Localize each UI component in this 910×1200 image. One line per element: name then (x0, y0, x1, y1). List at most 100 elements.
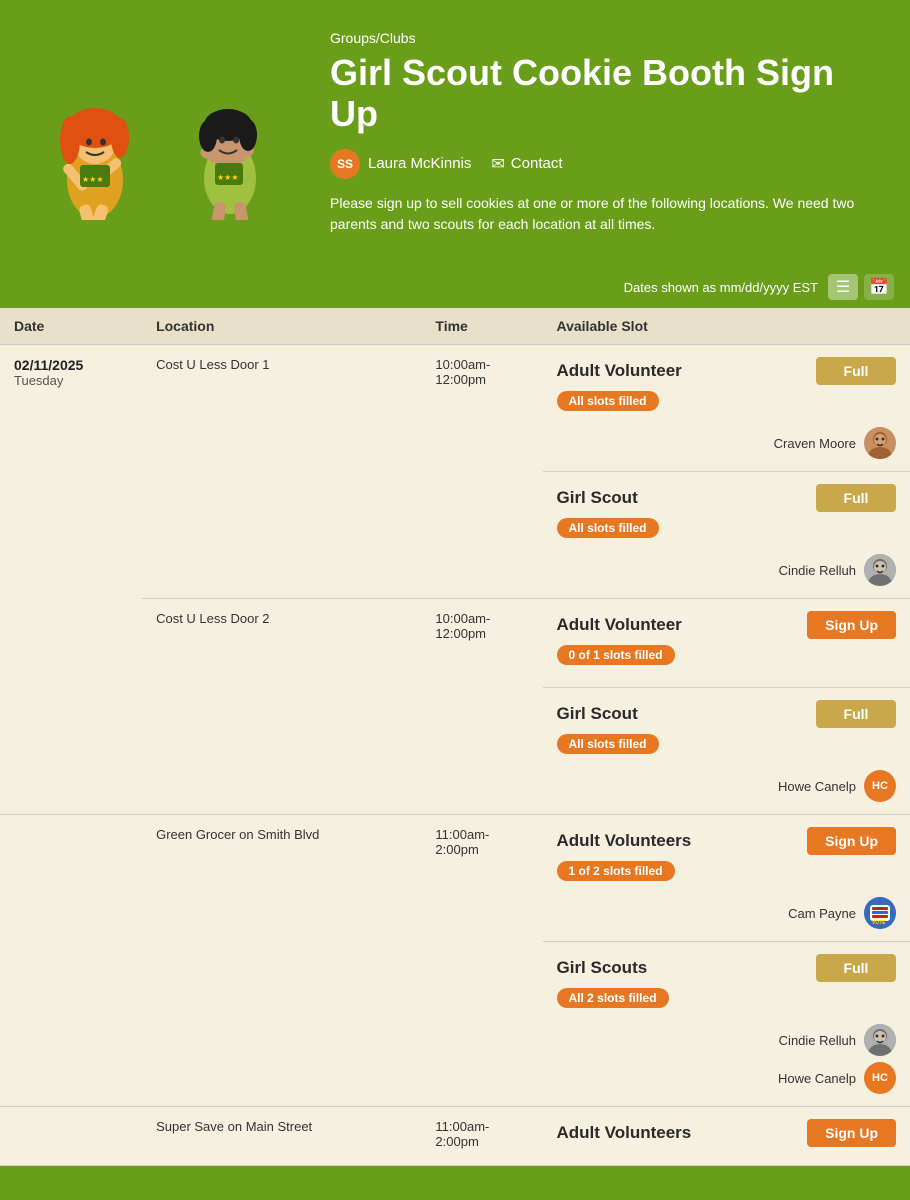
sign-up-table: Date Location Time Available Slot 02/11/… (0, 308, 910, 1166)
signup-button[interactable]: Sign Up (807, 1119, 896, 1147)
signups-list: Cindie Relluh (557, 554, 897, 586)
slots-badge: All slots filled (557, 391, 659, 411)
col-time: Time (421, 308, 542, 345)
time-cell: 11:00am-2:00pm (421, 1107, 542, 1166)
table-row: 02/11/2025 Tuesday Cost U Less Door 1 10… (0, 345, 910, 472)
signups-list: Cam Payne VOTE (557, 897, 897, 929)
signup-person: Howe Canelp HC (557, 1062, 897, 1094)
signups-list: Craven Moore (557, 427, 897, 459)
col-location: Location (142, 308, 421, 345)
col-date: Date (0, 308, 142, 345)
contact-link[interactable]: ✉ Contact (491, 154, 562, 174)
date-cell (0, 1107, 142, 1166)
table-row: Super Save on Main Street 11:00am-2:00pm… (0, 1107, 910, 1166)
svg-text:★★★: ★★★ (217, 173, 239, 182)
avatar (864, 427, 896, 459)
location-cell: Cost U Less Door 1 (142, 345, 421, 599)
sign-up-table-container: Date Location Time Available Slot 02/11/… (0, 308, 910, 1166)
slot-row: Adult Volunteers Sign Up (543, 1107, 910, 1165)
breadcrumb: Groups/Clubs (330, 30, 880, 46)
avatar: VOTE (864, 897, 896, 929)
organizer-row: SS Laura McKinnis ✉ Contact (330, 149, 880, 179)
signup-name: Howe Canelp (778, 1071, 856, 1086)
date-cell: 02/11/2025 Tuesday (0, 345, 142, 815)
slots-badge: All 2 slots filled (557, 988, 669, 1008)
avatar: HC (864, 1062, 896, 1094)
slot-header: Girl Scout Full (557, 484, 897, 512)
slot-header: Adult Volunteers Sign Up (557, 827, 897, 855)
slot-cell: Adult Volunteers Sign Up (543, 1107, 910, 1166)
slot-cell: Adult Volunteer Sign Up 0 of 1 slots fil… (543, 599, 910, 688)
signup-name: Cindie Relluh (779, 563, 856, 578)
organizer-name: Laura McKinnis (368, 155, 471, 172)
avatar: HC (864, 770, 896, 802)
signup-name: Howe Canelp (778, 779, 856, 794)
slot-cell: Girl Scout Full All slots filled Cindie … (543, 472, 910, 599)
signup-person: Cam Payne VOTE (557, 897, 897, 929)
time-cell: 10:00am-12:00pm (421, 599, 542, 815)
description-text: Please sign up to sell cookies at one or… (330, 193, 880, 236)
signup-person: Howe Canelp HC (557, 770, 897, 802)
slot-title: Adult Volunteers (557, 831, 692, 851)
avatar (864, 554, 896, 586)
svg-text:★★★: ★★★ (82, 175, 104, 184)
full-button: Full (816, 954, 896, 982)
slot-cell: Adult Volunteer Full All slots filled Cr… (543, 345, 910, 472)
slot-header: Adult Volunteer Sign Up (557, 611, 897, 639)
signup-person: Cindie Relluh (557, 1024, 897, 1056)
slot-title: Girl Scouts (557, 958, 648, 978)
signup-name: Cindie Relluh (779, 1033, 856, 1048)
slot-header: Girl Scout Full (557, 700, 897, 728)
signups-list: Howe Canelp HC (557, 770, 897, 802)
slot-title: Adult Volunteer (557, 615, 682, 635)
view-toggle: ☰ 📅 (828, 274, 894, 300)
slot-row: Adult Volunteers Sign Up 1 of 2 slots fi… (543, 815, 910, 941)
calendar-view-button[interactable]: 📅 (864, 274, 894, 300)
location-cell: Green Grocer on Smith Blvd (142, 815, 421, 1107)
organizer-avatar: SS (330, 149, 360, 179)
full-button: Full (816, 700, 896, 728)
signup-button[interactable]: Sign Up (807, 827, 896, 855)
slots-badge: All slots filled (557, 518, 659, 538)
col-slot: Available Slot (543, 308, 910, 345)
slots-badge: All slots filled (557, 734, 659, 754)
header-content: Groups/Clubs Girl Scout Cookie Booth Sig… (330, 20, 880, 236)
slot-title: Girl Scout (557, 488, 638, 508)
table-body: 02/11/2025 Tuesday Cost U Less Door 1 10… (0, 345, 910, 1166)
signup-person: Craven Moore (557, 427, 897, 459)
list-icon: ☰ (836, 277, 850, 297)
slot-row: Adult Volunteer Full All slots filled Cr… (543, 345, 910, 471)
location-cell: Cost U Less Door 2 (142, 599, 421, 815)
slot-header: Girl Scouts Full (557, 954, 897, 982)
contact-label: Contact (511, 155, 563, 172)
list-view-button[interactable]: ☰ (828, 274, 858, 300)
full-button: Full (816, 357, 896, 385)
slot-row: Adult Volunteer Sign Up 0 of 1 slots fil… (543, 599, 910, 687)
slot-row: Girl Scout Full All slots filled Cindie … (543, 472, 910, 598)
header: ★★★ ★★★ Groups/Clubs (0, 0, 910, 266)
date-cell (0, 815, 142, 1107)
slots-badge: 1 of 2 slots filled (557, 861, 675, 881)
signup-person: Cindie Relluh (557, 554, 897, 586)
time-cell: 11:00am-2:00pm (421, 815, 542, 1107)
page-title: Girl Scout Cookie Booth Sign Up (330, 52, 880, 135)
date-day: Tuesday (14, 373, 128, 388)
slot-cell: Adult Volunteers Sign Up 1 of 2 slots fi… (543, 815, 910, 942)
slot-cell: Girl Scout Full All slots filled Howe Ca… (543, 688, 910, 815)
table-row: Green Grocer on Smith Blvd 11:00am-2:00p… (0, 815, 910, 942)
slot-row: Girl Scouts Full All 2 slots filled Cind… (543, 942, 910, 1106)
date-value: 02/11/2025 (14, 357, 128, 373)
svg-text:VOTE: VOTE (872, 920, 886, 926)
slot-title: Adult Volunteers (557, 1123, 692, 1143)
slot-row: Girl Scout Full All slots filled Howe Ca… (543, 688, 910, 814)
avatar (864, 1024, 896, 1056)
slot-header: Adult Volunteer Full (557, 357, 897, 385)
slot-title: Girl Scout (557, 704, 638, 724)
slots-badge: 0 of 1 slots filled (557, 645, 675, 665)
slot-title: Adult Volunteer (557, 361, 682, 381)
signup-button[interactable]: Sign Up (807, 611, 896, 639)
date-format-label: Dates shown as mm/dd/yyyy EST (624, 280, 818, 295)
signup-name: Craven Moore (774, 436, 856, 451)
location-cell: Super Save on Main Street (142, 1107, 421, 1166)
calendar-icon: 📅 (869, 277, 889, 297)
